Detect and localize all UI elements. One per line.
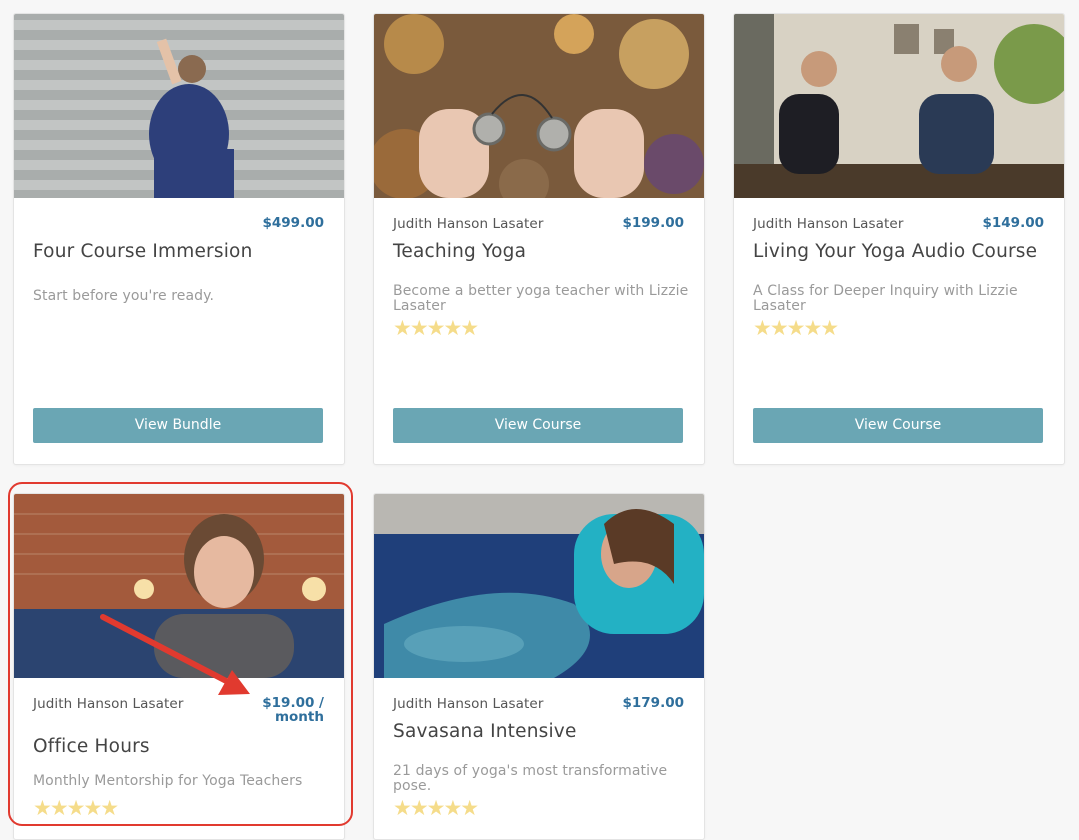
course-thumbnail[interactable]: [374, 14, 704, 198]
course-card-teaching-yoga[interactable]: Judith Hanson Lasater $199.00 Teaching Y…: [373, 13, 705, 465]
course-title[interactable]: Savasana Intensive: [393, 721, 577, 742]
course-thumbnail[interactable]: [734, 14, 1064, 198]
star-rating: ★★★★★: [33, 796, 119, 820]
course-card-savasana-intensive[interactable]: Judith Hanson Lasater $179.00 Savasana I…: [373, 493, 705, 840]
course-subtitle: Monthly Mentorship for Yoga Teachers: [33, 773, 303, 789]
course-subtitle: 21 days of yoga's most transformative po…: [393, 763, 668, 794]
course-title[interactable]: Living Your Yoga Audio Course: [753, 241, 1037, 262]
course-title[interactable]: Office Hours: [33, 736, 150, 757]
course-author: Judith Hanson Lasater: [33, 696, 184, 712]
course-card-living-your-yoga[interactable]: Judith Hanson Lasater $149.00 Living You…: [733, 13, 1065, 465]
course-price: $179.00: [622, 695, 685, 711]
course-subtitle: Start before you're ready.: [33, 288, 215, 304]
view-bundle-button[interactable]: View Bundle: [33, 408, 323, 443]
view-course-button[interactable]: View Course: [393, 408, 683, 443]
course-subtitle: Become a better yoga teacher with Lizzie…: [393, 283, 689, 314]
course-thumbnail[interactable]: [14, 14, 344, 198]
course-price: $149.00: [982, 215, 1045, 231]
course-author: Judith Hanson Lasater: [393, 216, 544, 232]
course-author: Judith Hanson Lasater: [753, 216, 904, 232]
star-rating: ★★★★★: [393, 316, 479, 340]
course-author: Judith Hanson Lasater: [393, 696, 544, 712]
course-thumbnail[interactable]: [14, 494, 344, 678]
course-price: $499.00: [262, 215, 325, 231]
course-card-office-hours[interactable]: Judith Hanson Lasater $19.00 / month Off…: [13, 493, 345, 840]
view-course-button[interactable]: View Course: [753, 408, 1043, 443]
course-title[interactable]: Four Course Immersion: [33, 241, 253, 262]
course-price: $199.00: [622, 215, 685, 231]
course-subtitle: A Class for Deeper Inquiry with Lizzie L…: [753, 283, 1018, 314]
course-price: $19.00 / month: [262, 695, 324, 725]
star-rating: ★★★★★: [393, 796, 479, 820]
course-title[interactable]: Teaching Yoga: [393, 241, 526, 262]
course-thumbnail[interactable]: [374, 494, 704, 678]
course-card-four-course-immersion[interactable]: $499.00 Four Course Immersion Start befo…: [13, 13, 345, 465]
star-rating: ★★★★★: [753, 316, 839, 340]
